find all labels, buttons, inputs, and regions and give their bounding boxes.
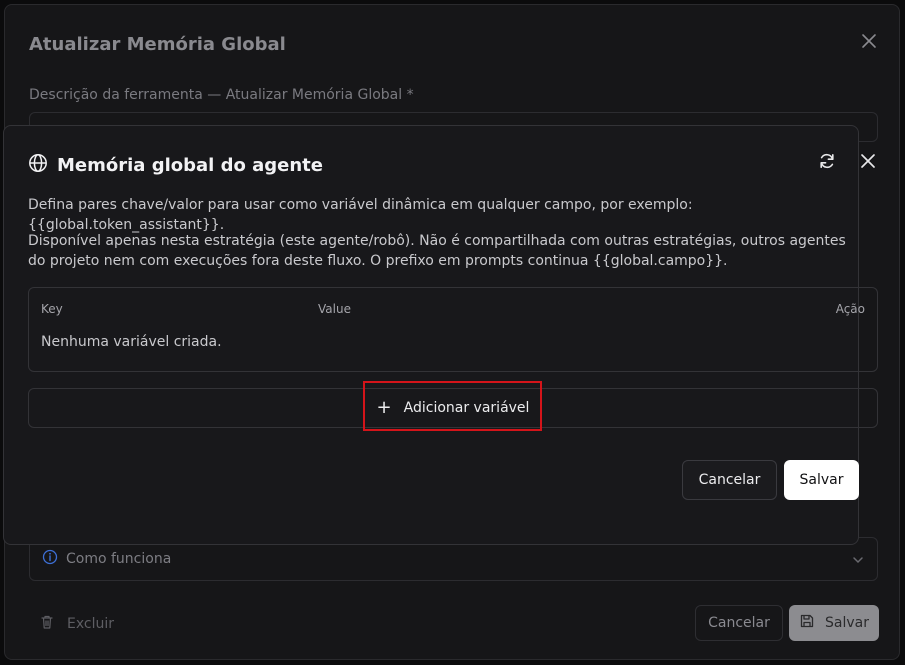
background-save-button[interactable]: Salvar (789, 605, 879, 641)
description-paragraph: Defina pares chave/valor para usar como … (28, 197, 693, 233)
global-memory-modal: Memória global do agente Defina pares ch… (3, 125, 878, 545)
background-save-label: Salvar (825, 615, 869, 631)
add-variable-label: Adicionar variável (403, 400, 530, 416)
refresh-icon[interactable] (818, 152, 836, 170)
cancel-button[interactable]: Cancelar (682, 460, 777, 500)
delete-button[interactable]: Excluir (39, 614, 114, 634)
variables-table: Key Value Ação Nenhuma variável criada. (28, 287, 878, 372)
modal-title: Memória global do agente (57, 154, 323, 176)
column-header-key: Key (41, 302, 63, 316)
save-icon (799, 613, 815, 633)
plus-icon: + (376, 397, 392, 418)
close-icon[interactable] (860, 153, 876, 169)
column-header-action: Ação (835, 302, 865, 316)
globe-icon (28, 153, 48, 177)
scope-paragraph: Disponível apenas nesta estratégia (este… (28, 233, 846, 269)
close-icon[interactable] (861, 33, 877, 49)
background-dialog-title: Atualizar Memória Global (29, 34, 286, 55)
background-cancel-button[interactable]: Cancelar (695, 605, 783, 641)
delete-label: Excluir (67, 616, 114, 632)
empty-state-message: Nenhuma variável criada. (41, 334, 222, 350)
accordion-label: Como funciona (66, 551, 172, 567)
modal-header: Memória global do agente (28, 153, 323, 177)
description-label: Descrição da ferramenta — Atualizar Memó… (29, 87, 414, 103)
save-button[interactable]: Salvar (784, 460, 859, 500)
trash-icon (39, 614, 55, 634)
column-header-value: Value (318, 302, 351, 316)
chevron-down-icon (851, 552, 865, 571)
info-icon (42, 549, 58, 569)
add-variable-button[interactable]: + Adicionar variável (28, 388, 878, 428)
